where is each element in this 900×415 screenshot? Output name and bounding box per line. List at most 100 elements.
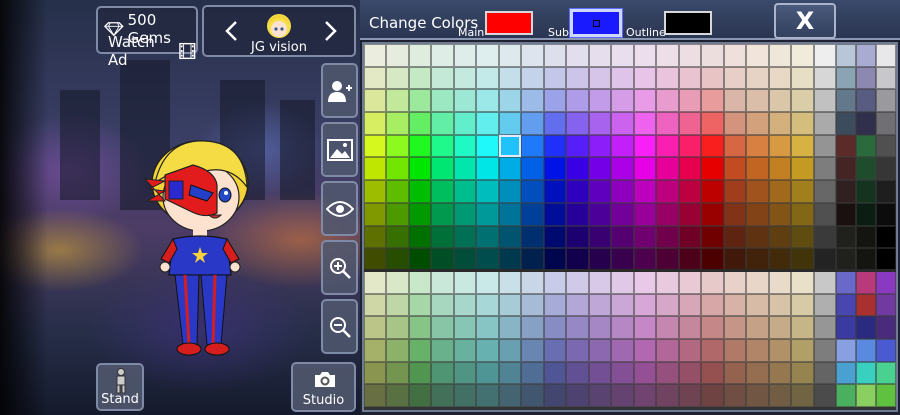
color-cell[interactable] [768,89,792,113]
color-cell[interactable] [656,270,679,294]
color-cell[interactable] [813,112,836,135]
color-cell[interactable] [876,66,896,90]
color-cell[interactable] [633,338,657,362]
color-cell[interactable] [588,112,612,135]
color-cell[interactable] [611,270,634,294]
color-cell[interactable] [633,361,657,385]
color-cell[interactable] [746,316,769,339]
color-cell[interactable] [856,180,876,203]
color-cell[interactable] [678,293,702,317]
color-cell[interactable] [876,384,896,407]
color-cell[interactable] [791,66,814,90]
color-cell[interactable] [856,384,876,407]
color-cell[interactable] [678,157,702,181]
color-cell[interactable] [876,248,896,271]
color-cell[interactable] [836,384,856,407]
color-cell[interactable] [701,338,724,362]
color-cell[interactable] [791,157,814,181]
color-cell[interactable] [588,338,612,362]
color-cell[interactable] [768,66,792,90]
color-cell[interactable] [498,180,522,203]
zoom-out-button[interactable] [321,299,358,354]
color-cell[interactable] [791,293,814,317]
color-cell[interactable] [746,134,769,158]
color-cell[interactable] [566,112,589,135]
color-cell[interactable] [476,44,499,67]
color-cell[interactable] [768,202,792,226]
color-cell[interactable] [476,338,499,362]
color-cell[interactable] [364,384,387,407]
color-cell[interactable] [746,66,769,90]
color-cell[interactable] [746,338,769,362]
color-cell[interactable] [678,384,702,407]
color-cell[interactable] [856,44,876,67]
color-cell[interactable] [543,180,567,203]
color-cell[interactable] [836,316,856,339]
color-cell[interactable] [566,89,589,113]
color-cell[interactable] [386,112,409,135]
color-cell[interactable] [836,134,856,158]
color-cell[interactable] [723,338,747,362]
color-cell[interactable] [588,248,612,271]
color-cell[interactable] [476,134,499,158]
color-cell[interactable] [408,180,432,203]
color-cell[interactable] [386,225,409,249]
color-cell[interactable] [386,293,409,317]
color-cell[interactable] [364,225,387,249]
color-cell[interactable] [521,202,544,226]
color-cell[interactable] [746,293,769,317]
color-cell[interactable] [498,134,522,158]
color-cell[interactable] [521,384,544,407]
color-cell[interactable] [431,89,454,113]
color-cell[interactable] [678,89,702,113]
color-cell[interactable] [364,316,387,339]
color-cell[interactable] [611,44,634,67]
color-cell[interactable] [476,248,499,271]
color-cell[interactable] [566,44,589,67]
color-cell[interactable] [498,112,522,135]
color-cell[interactable] [408,157,432,181]
color-cell[interactable] [836,361,856,385]
color-cell[interactable] [768,112,792,135]
color-cell[interactable] [656,293,679,317]
visibility-button[interactable] [321,181,358,236]
color-cell[interactable] [791,134,814,158]
color-cell[interactable] [588,384,612,407]
color-cell[interactable] [543,202,567,226]
color-cell[interactable] [701,316,724,339]
color-cell[interactable] [386,361,409,385]
color-cell[interactable] [364,134,387,158]
color-cell[interactable] [476,202,499,226]
color-cell[interactable] [656,248,679,271]
color-cell[interactable] [386,248,409,271]
color-cell[interactable] [611,89,634,113]
color-cell[interactable] [453,293,477,317]
color-cell[interactable] [701,157,724,181]
color-cell[interactable] [498,44,522,67]
color-cell[interactable] [836,248,856,271]
color-cell[interactable] [431,338,454,362]
color-cell[interactable] [836,44,856,67]
color-cell[interactable] [678,112,702,135]
color-cell[interactable] [408,270,432,294]
color-cell[interactable] [588,44,612,67]
color-cell[interactable] [498,248,522,271]
color-cell[interactable] [566,270,589,294]
color-cell[interactable] [453,202,477,226]
color-cell[interactable] [633,384,657,407]
color-cell[interactable] [678,316,702,339]
color-cell[interactable] [364,293,387,317]
color-cell[interactable] [678,134,702,158]
color-cell[interactable] [611,225,634,249]
color-cell[interactable] [876,44,896,67]
color-cell[interactable] [408,44,432,67]
color-cell[interactable] [543,338,567,362]
color-cell[interactable] [566,66,589,90]
color-cell[interactable] [611,180,634,203]
color-cell[interactable] [813,134,836,158]
color-cell[interactable] [364,248,387,271]
color-cell[interactable] [678,248,702,271]
color-cell[interactable] [656,225,679,249]
color-cell[interactable] [813,248,836,271]
color-cell[interactable] [633,270,657,294]
